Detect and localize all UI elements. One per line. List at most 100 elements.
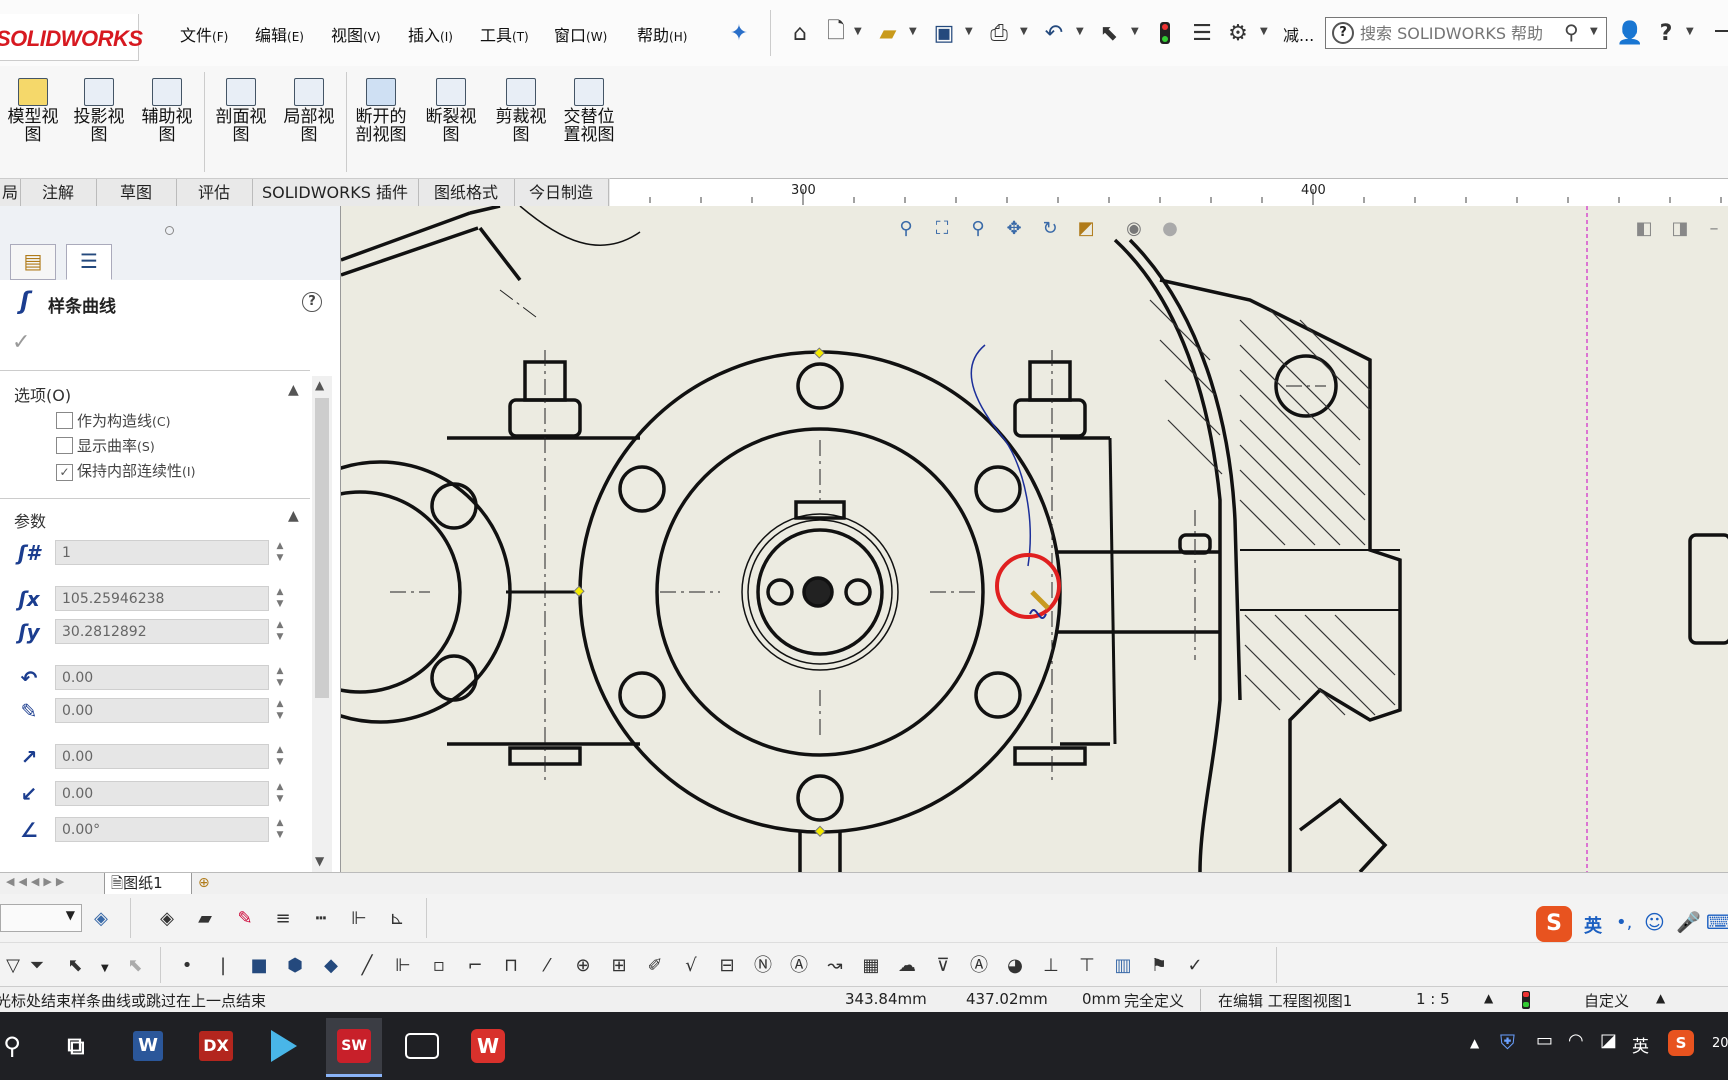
magnetic-line-icon[interactable]: ↝ xyxy=(822,953,848,979)
center-mark-icon[interactable]: ⊕ xyxy=(570,953,596,979)
projected-view-button[interactable]: 投影视图 xyxy=(66,78,132,144)
sogou-tray-icon[interactable]: S xyxy=(1668,1030,1694,1056)
geometric-tolerance-icon[interactable]: ⊟ xyxy=(714,953,740,979)
note-icon[interactable]: Ⓝ xyxy=(750,953,776,979)
chevron-down-icon[interactable]: ▼ xyxy=(965,26,973,37)
scale-up-icon[interactable]: ▲ xyxy=(1484,991,1493,1005)
units-up-icon[interactable]: ▲ xyxy=(1656,991,1665,1005)
scroll-thumb[interactable] xyxy=(315,398,329,698)
chevron-down-icon[interactable]: ▼ xyxy=(1686,26,1694,37)
panel-scrollbar[interactable]: ▲ ▼ xyxy=(312,376,332,872)
spinner-icon[interactable]: ▲ ▼ xyxy=(274,665,286,689)
datum-icon[interactable]: ⊞ xyxy=(606,953,632,979)
x-coordinate-field[interactable]: 105.25946238 xyxy=(55,586,269,611)
pin-icon[interactable]: ✦ xyxy=(725,18,753,48)
scroll-up-icon[interactable]: ▲ xyxy=(315,378,324,392)
smart-dimension-icon[interactable]: ⊩ xyxy=(390,953,416,979)
line-color-pen-icon[interactable]: ✎ xyxy=(232,906,258,932)
balloon-icon[interactable]: Ⓐ xyxy=(786,953,812,979)
sheet-navigation-icon[interactable]: ◀◀◀▶▶ xyxy=(6,875,68,888)
help-icon[interactable]: ? xyxy=(302,292,322,312)
y-coordinate-field[interactable]: 30.2812892 xyxy=(55,619,269,644)
menu-help[interactable]: 帮助(H) xyxy=(637,22,687,46)
task-view-icon[interactable]: ⧉ xyxy=(52,1022,100,1070)
checkbox[interactable]: ✓ xyxy=(56,464,73,481)
zoom-to-fit-icon[interactable]: ⚲ xyxy=(893,216,919,242)
block-icon[interactable]: ◆ xyxy=(318,953,344,979)
wps-app-icon[interactable]: W xyxy=(464,1022,512,1070)
hatch-icon[interactable]: ▦ xyxy=(858,953,884,979)
help-icon[interactable]: ? xyxy=(1652,18,1680,48)
home-icon[interactable]: ⌂ xyxy=(786,18,814,48)
help-search-box[interactable]: ? ⚲ ▼ xyxy=(1325,17,1607,49)
microphone-icon[interactable]: 🎤 xyxy=(1676,910,1701,934)
appearance-icon[interactable]: ● xyxy=(1157,216,1183,242)
sheet-scale[interactable]: 1 : 5 xyxy=(1416,990,1450,1008)
spinner-icon[interactable]: ▲ ▼ xyxy=(274,781,286,805)
panel-left-icon[interactable]: ◧ xyxy=(1631,216,1657,242)
line-style-icon[interactable]: ┅ xyxy=(308,906,334,932)
panel-grip[interactable] xyxy=(165,226,174,235)
menu-view[interactable]: 视图(V) xyxy=(331,22,381,46)
view-settings-icon[interactable]: ◩ xyxy=(1073,216,1099,242)
dx-app-icon[interactable]: DX xyxy=(192,1022,240,1070)
keyboard-icon[interactable]: ⌨ xyxy=(1706,910,1728,934)
ok-checkmark-icon[interactable]: ✓ xyxy=(12,330,30,355)
tangent-weight-1-field[interactable]: 0.00 xyxy=(55,744,269,769)
sogou-ime-icon[interactable]: S xyxy=(1536,906,1572,942)
wifi-icon[interactable]: ◠ xyxy=(1568,1030,1584,1051)
curvature-field[interactable]: 0.00 xyxy=(55,665,269,690)
feature-tree-tab[interactable]: ☰ xyxy=(66,244,112,280)
alternate-position-view-button[interactable]: 交替位 置视图 xyxy=(556,78,622,144)
help-search-input[interactable] xyxy=(1358,20,1562,46)
spinner-icon[interactable]: ▲ ▼ xyxy=(274,744,286,768)
checkbox[interactable] xyxy=(56,437,73,454)
panel-right-icon[interactable]: ◨ xyxy=(1667,216,1693,242)
detail-view-button[interactable]: 局部视图 xyxy=(276,78,342,144)
spinner-icon[interactable]: ▲ ▼ xyxy=(274,540,286,564)
chamfer-dimension-icon[interactable]: ⌐ xyxy=(462,953,488,979)
hide-show-items-icon[interactable]: ◉ xyxy=(1121,216,1147,242)
undo-icon[interactable]: ↶ xyxy=(1040,18,1068,48)
revision-cloud-icon[interactable]: ☁ xyxy=(894,953,920,979)
zoom-to-area-icon[interactable]: ⛶ xyxy=(929,216,955,242)
tangent-weight-field[interactable]: 0.00 xyxy=(55,698,269,723)
tab-solidworks-addins[interactable]: SOLIDWORKS 插件 xyxy=(252,179,419,207)
rebuild-traffic-light-icon[interactable] xyxy=(1151,18,1179,48)
tab-layout[interactable]: 局 xyxy=(0,179,21,207)
tab-annotation[interactable]: 注解 xyxy=(20,179,97,207)
rectangle-icon[interactable]: ■ xyxy=(246,953,272,979)
point-icon[interactable]: • xyxy=(174,953,200,979)
security-shield-icon[interactable]: ⛨ xyxy=(1500,1030,1515,1054)
show-curvature-checkbox[interactable] xyxy=(56,437,73,458)
table-icon[interactable]: ▥ xyxy=(1110,953,1136,979)
property-manager-tab[interactable]: ▤ xyxy=(10,244,56,280)
minimize-icon[interactable] xyxy=(1715,30,1728,32)
break-view-button[interactable]: 断裂视图 xyxy=(418,78,484,144)
save-icon[interactable]: ▣ xyxy=(930,18,958,48)
tab-evaluate[interactable]: 评估 xyxy=(176,179,253,207)
filter-icon[interactable]: ▽ xyxy=(0,953,26,979)
chevron-down-icon[interactable]: ▼ xyxy=(1020,26,1028,37)
punctuation-icon[interactable]: •, xyxy=(1616,912,1632,933)
rebuild-status-icon[interactable] xyxy=(1522,991,1530,1009)
tangent-angle-field[interactable]: 0.00° xyxy=(55,817,269,842)
print-icon[interactable]: ⎙ xyxy=(985,18,1013,48)
chevron-down-icon[interactable]: ▼ xyxy=(854,26,862,37)
checkbox[interactable] xyxy=(56,412,73,429)
cosmetic-thread-icon[interactable]: ⊥ xyxy=(1038,953,1064,979)
broken-out-section-button[interactable]: 断开的 剖视图 xyxy=(348,78,414,144)
auxiliary-view-button[interactable]: 辅助视图 xyxy=(134,78,200,144)
dowel-pin-icon[interactable]: ⊤ xyxy=(1074,953,1100,979)
minimize-view-icon[interactable]: – xyxy=(1701,216,1727,242)
open-folder-icon[interactable]: ▰ xyxy=(874,18,902,48)
chevron-down-icon[interactable]: ▼ xyxy=(1131,26,1139,37)
surface-finish-icon[interactable]: ✐ xyxy=(642,953,668,979)
media-player-icon[interactable] xyxy=(260,1022,308,1070)
layer-properties-icon[interactable]: ◈ xyxy=(88,906,114,932)
polygon-icon[interactable]: ⬢ xyxy=(282,953,308,979)
pan-icon[interactable]: ✥ xyxy=(1001,216,1027,242)
spinner-icon[interactable]: ▲ ▼ xyxy=(274,698,286,722)
internal-continuity-checkbox[interactable]: ✓ xyxy=(56,462,73,481)
model-view-button[interactable]: 模型视图 xyxy=(0,78,66,144)
